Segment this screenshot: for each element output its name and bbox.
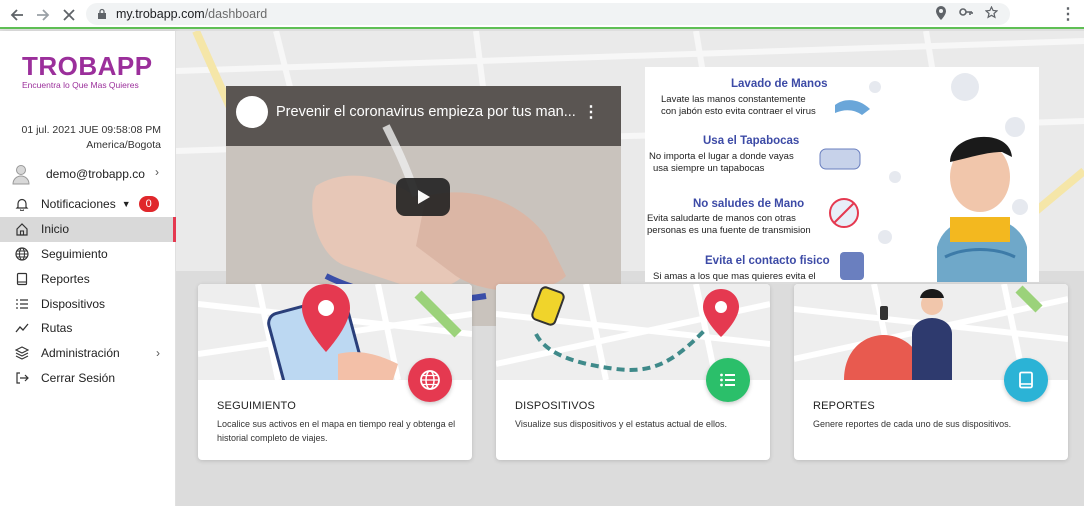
back-arrow-icon[interactable] [4, 2, 30, 28]
sidebar-item-notificaciones[interactable]: Notificaciones ▼ 0 [0, 192, 176, 217]
sidebar-item-label: Seguimiento [41, 246, 108, 261]
address-bar[interactable]: my.trobapp.com/dashboard [86, 3, 1010, 25]
sidebar-item-label: Administración [41, 346, 120, 361]
channel-logo[interactable] [236, 96, 268, 128]
card-seguimiento[interactable]: SEGUIMIENTO Localice sus activos en el m… [198, 284, 472, 460]
info-line: Si amas a los que mas quieres evita el [653, 271, 816, 282]
sidebar-item-label: Notificaciones [41, 197, 116, 212]
info-title-2: Usa el Tapabocas [703, 135, 800, 147]
info-line: Lavate las manos constantemente [661, 94, 806, 105]
logo-subtitle: Encuentra lo Que Mas Quieres [22, 80, 139, 90]
card-reportes[interactable]: REPORTES Genere reportes de cada uno de … [794, 284, 1068, 460]
info-text-4: Si amas a los que mas quieres evita el [653, 271, 816, 282]
logout-icon [14, 370, 29, 385]
sidebar-item-label: Rutas [41, 321, 73, 336]
sidebar-item-inicio[interactable]: Inicio [0, 216, 176, 242]
browser-toolbar: my.trobapp.com/dashboard ⋮ [0, 0, 1084, 29]
info-line: Evita saludarte de manos con otras [647, 213, 796, 224]
list-icon [14, 296, 29, 311]
card-description: Localice sus activos en el mapa en tiemp… [217, 419, 456, 443]
sidebar-item-label: Reportes [41, 271, 90, 286]
layers-icon [14, 346, 29, 361]
book-icon[interactable] [1004, 358, 1048, 402]
card-description: Visualize sus dispositivos y el estatus … [515, 419, 727, 429]
globe-icon [14, 246, 29, 261]
lock-icon [98, 8, 106, 19]
browser-menu-icon[interactable]: ⋮ [1060, 4, 1076, 24]
location-pin-icon[interactable] [935, 6, 947, 20]
stop-loading-icon[interactable] [56, 2, 82, 28]
sidebar-item-reportes[interactable]: Reportes [0, 266, 176, 291]
sidebar-item-cerrar-sesion[interactable]: Cerrar Sesión [0, 366, 176, 391]
card-description: Genere reportes de cada uno de sus dispo… [813, 419, 1012, 429]
caret-down-icon[interactable]: ▼ [122, 199, 131, 209]
logo: TROBAPP Encuentra lo Que Mas Quieres [22, 51, 152, 90]
info-line: personas es una fuente de transmision [647, 225, 811, 236]
avatar [12, 165, 30, 185]
main-content: Prevenir el coronavirus empieza por tus … [176, 31, 1084, 506]
chevron-right-icon: › [155, 165, 159, 179]
sidebar-item-rutas[interactable]: Rutas [0, 316, 176, 341]
chevron-right-icon: › [156, 346, 160, 361]
card-dispositivos[interactable]: DISPOSITIVOS Visualize sus dispositivos … [496, 284, 770, 460]
forward-arrow-icon[interactable] [30, 2, 56, 28]
current-datetime: 01 jul. 2021 JUE 09:58:08 PM [21, 124, 161, 136]
info-text-2: No importa el lugar a donde vayas usa si… [649, 151, 794, 175]
timezone: America/Bogota [86, 139, 161, 151]
covid-info-panel: Lavado de Manos Lavate las manos constan… [645, 67, 1039, 282]
list-icon[interactable] [706, 358, 750, 402]
user-menu[interactable]: demo@trobapp.co › [12, 163, 167, 185]
route-icon [14, 321, 29, 336]
sidebar-item-label: Inicio [41, 222, 70, 237]
user-email: demo@trobapp.co [46, 167, 145, 181]
url-host: my.trobapp.com [116, 7, 205, 21]
key-icon[interactable] [959, 6, 973, 18]
info-text-3: Evita saludarte de manos con otras perso… [647, 213, 811, 237]
info-title-4: Evita el contacto fisico [705, 255, 830, 267]
logo-text: TROBAPP [22, 51, 153, 81]
card-title: DISPOSITIVOS [515, 400, 596, 412]
info-text-1: Lavate las manos constantemente con jabó… [661, 94, 816, 118]
info-title-3: No saludes de Mano [693, 198, 805, 210]
datetime-display: 01 jul. 2021 JUE 09:58:08 PM America/Bog… [21, 123, 161, 153]
sidebar-item-label: Cerrar Sesión [41, 370, 116, 385]
sidebar-item-administracion[interactable]: Administración › [0, 341, 176, 366]
play-button[interactable] [396, 178, 450, 216]
info-line: con jabón esto evita contraer el virus [661, 106, 816, 117]
sidebar: TROBAPP Encuentra lo Que Mas Quieres 01 … [0, 31, 176, 506]
sidebar-item-label: Dispositivos [41, 296, 106, 311]
url-path: /dashboard [204, 7, 268, 21]
info-title-1: Lavado de Manos [731, 78, 828, 90]
notification-badge: 0 [138, 196, 159, 213]
home-icon [14, 222, 29, 237]
card-title: REPORTES [813, 400, 875, 412]
book-icon [14, 271, 29, 286]
info-line: usa siempre un tapabocas [653, 163, 765, 174]
more-options-icon[interactable]: ⋮ [583, 102, 599, 122]
info-line: No importa el lugar a donde vayas [649, 151, 794, 162]
bell-icon [14, 197, 29, 212]
sidebar-item-dispositivos[interactable]: Dispositivos [0, 291, 176, 316]
card-title: SEGUIMIENTO [217, 400, 297, 412]
globe-icon[interactable] [408, 358, 452, 402]
video-title[interactable]: Prevenir el coronavirus empieza por tus … [276, 104, 576, 120]
sidebar-item-seguimiento[interactable]: Seguimiento [0, 242, 176, 267]
sidebar-menu: Notificaciones ▼ 0 Inicio Seguimiento Re… [0, 192, 176, 390]
star-icon[interactable] [985, 6, 998, 19]
